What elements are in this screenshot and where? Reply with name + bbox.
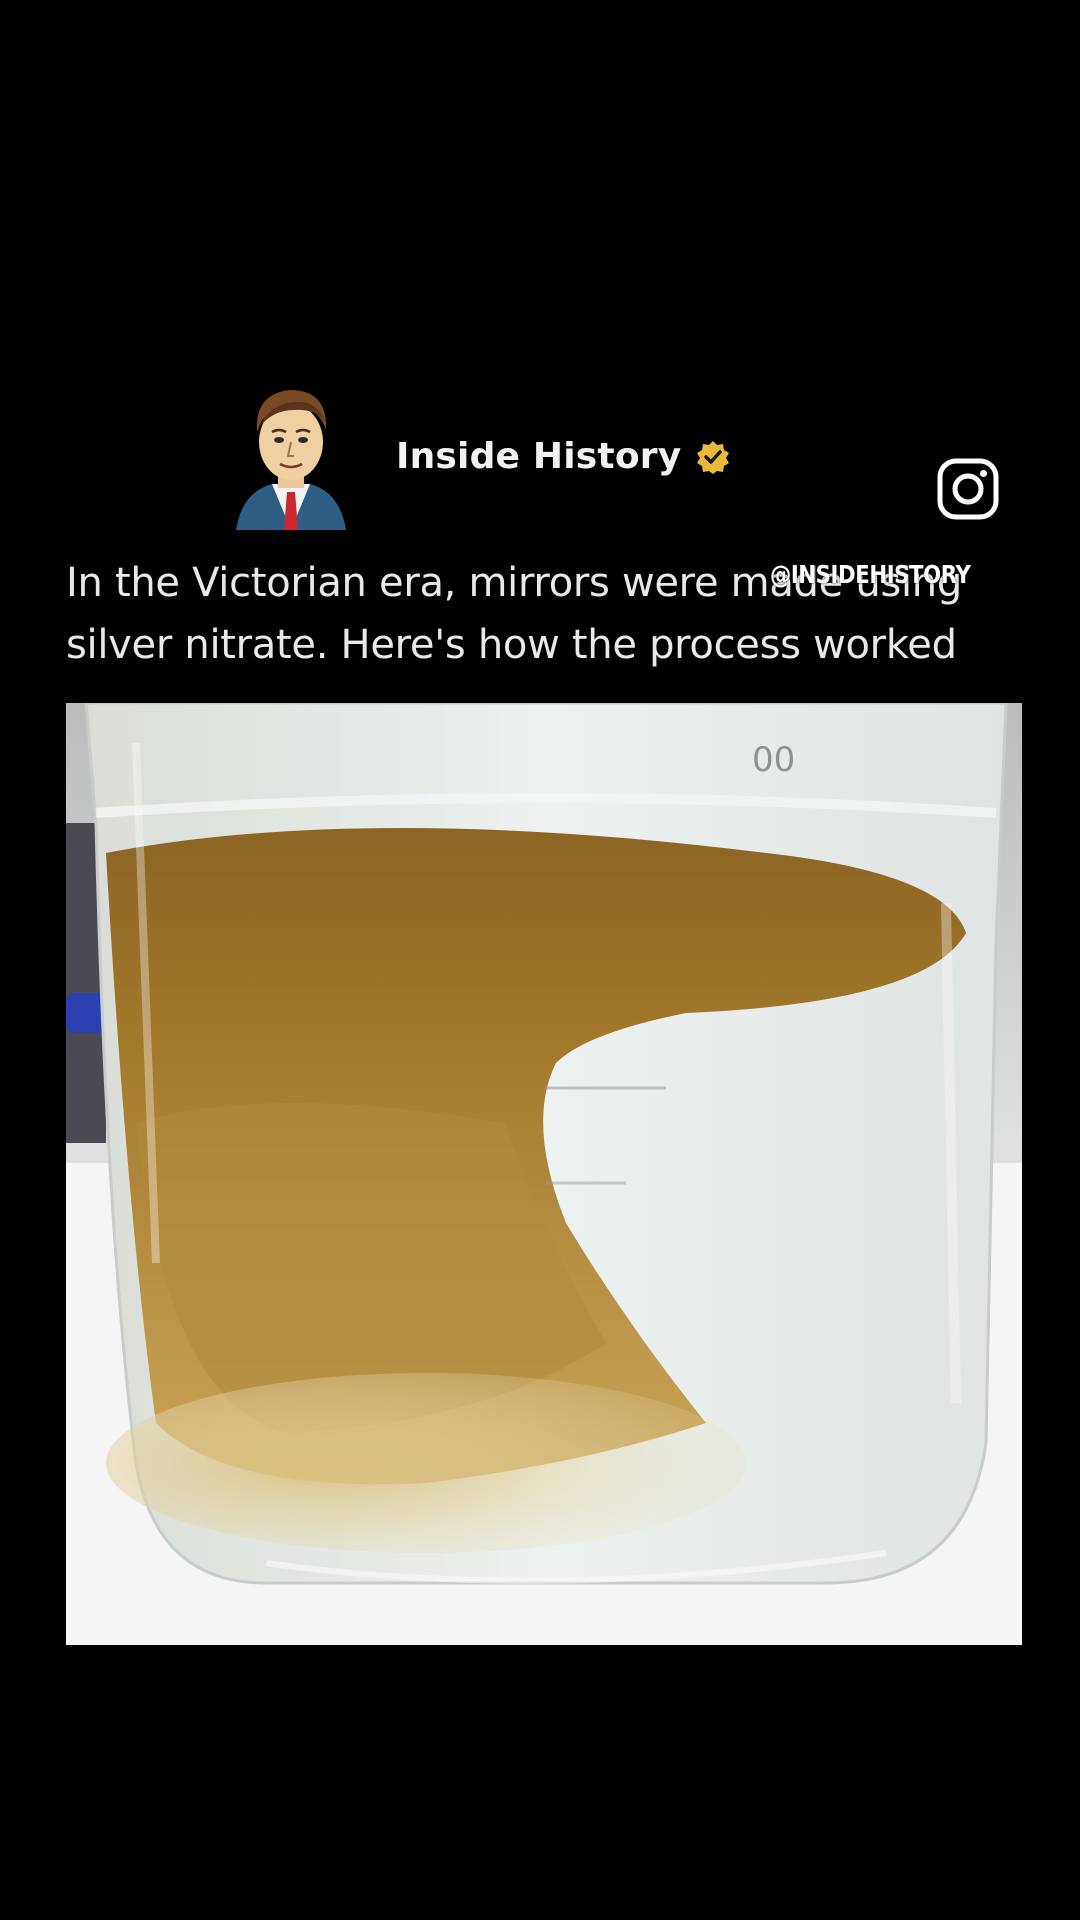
caption-line-2: silver nitrate. Here's how the process w… [66, 622, 957, 668]
author-header: Inside History [396, 436, 731, 477]
verified-badge-icon [695, 439, 731, 475]
post-card: Inside History In the Victorian era, mir… [0, 0, 1080, 1920]
author-avatar[interactable] [232, 380, 350, 534]
post-photo[interactable]: 00 [66, 703, 1022, 1645]
author-name[interactable]: Inside History [396, 436, 681, 477]
watermark-handle: @INSIDEHISTORY [770, 560, 971, 589]
beaker-scale-mark: 00 [752, 740, 795, 780]
instagram-icon[interactable] [936, 457, 1000, 521]
